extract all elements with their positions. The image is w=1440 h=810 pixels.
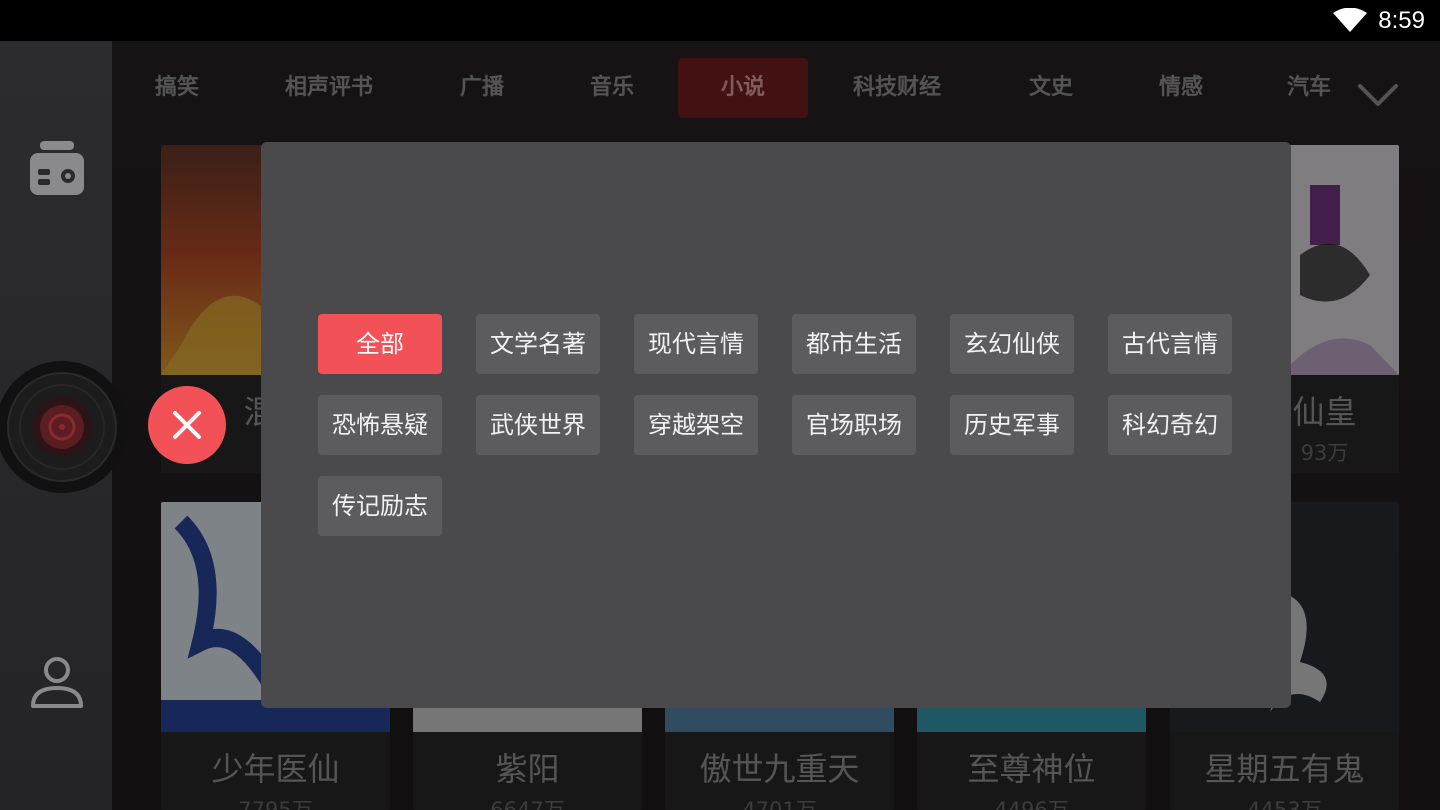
radio-icon[interactable]	[28, 139, 86, 197]
close-icon	[173, 411, 201, 439]
status-clock: 8:59	[1378, 7, 1425, 34]
vinyl-disc-icon	[0, 361, 128, 493]
category-chip[interactable]: 玄幻仙侠	[950, 314, 1074, 374]
now-playing-disc[interactable]	[0, 360, 135, 495]
category-chip[interactable]: 穿越架空	[634, 395, 758, 455]
category-chip[interactable]: 科幻奇幻	[1108, 395, 1232, 455]
close-button[interactable]	[148, 386, 226, 464]
category-chip[interactable]: 文学名著	[476, 314, 600, 374]
category-chip[interactable]: 现代言情	[634, 314, 758, 374]
wifi-icon	[1333, 8, 1367, 32]
category-chip[interactable]: 都市生活	[792, 314, 916, 374]
category-chip[interactable]: 传记励志	[318, 476, 442, 536]
status-bar: 8:59	[0, 0, 1440, 41]
category-chip[interactable]: 历史军事	[950, 395, 1074, 455]
category-chip[interactable]: 武侠世界	[476, 395, 600, 455]
category-chip[interactable]: 官场职场	[792, 395, 916, 455]
category-filter-dialog: 全部 文学名著 现代言情 都市生活 玄幻仙侠 古代言情 恐怖悬疑 武侠世界 穿越…	[261, 142, 1291, 708]
category-chip[interactable]: 恐怖悬疑	[318, 395, 442, 455]
category-chip[interactable]: 古代言情	[1108, 314, 1232, 374]
user-icon[interactable]	[29, 654, 85, 710]
category-chip-all[interactable]: 全部	[318, 314, 442, 374]
